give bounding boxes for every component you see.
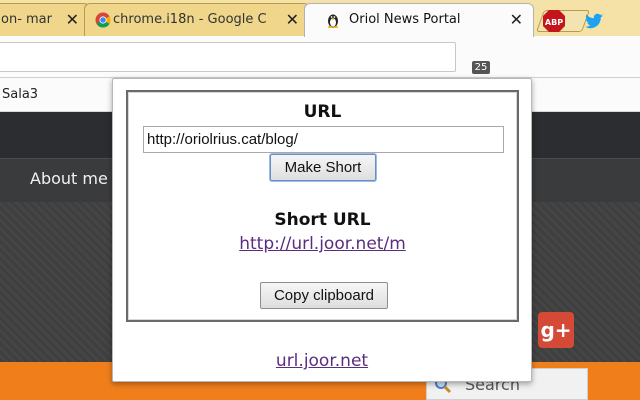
short-url-heading: Short URL xyxy=(274,210,371,230)
tab-3-active[interactable]: Oriol News Portal ✕ xyxy=(304,3,534,37)
service-link[interactable]: url.joor.net xyxy=(113,351,531,371)
extension-badge: 25 xyxy=(472,61,490,74)
short-url-link[interactable]: http://url.joor.net/m xyxy=(128,234,517,254)
url-input[interactable] xyxy=(143,126,504,153)
tab-title: on- mar xyxy=(1,12,52,27)
twitter-icon[interactable] xyxy=(580,7,608,35)
close-icon[interactable]: ✕ xyxy=(510,10,523,29)
toolbar xyxy=(0,36,640,78)
copy-clipboard-button[interactable]: Copy clipboard xyxy=(260,282,388,309)
close-icon[interactable]: ✕ xyxy=(286,10,299,29)
close-icon[interactable]: ✕ xyxy=(66,10,79,29)
address-bar[interactable] xyxy=(0,42,456,72)
adblock-plus-icon[interactable]: ABP xyxy=(540,7,568,35)
tab-1[interactable]: on- mar ✕ xyxy=(0,3,90,36)
chrome-icon xyxy=(95,12,111,28)
shortener-panel: URL Make Short Short URL http://url.joor… xyxy=(126,90,519,322)
abp-label: ABP xyxy=(545,18,563,27)
bookmark-item[interactable]: Sala3 xyxy=(2,87,38,102)
linux-penguin-icon xyxy=(328,14,338,28)
make-short-button[interactable]: Make Short xyxy=(270,154,376,181)
google-plus-icon[interactable]: g+ xyxy=(538,312,574,348)
tab-title: chrome.i18n - Google C xyxy=(113,12,267,27)
url-heading: URL xyxy=(303,102,342,122)
shortener-popup: URL Make Short Short URL http://url.joor… xyxy=(112,78,532,382)
nav-link-about[interactable]: About me xyxy=(30,169,108,188)
tab-2[interactable]: chrome.i18n - Google C ✕ xyxy=(84,3,310,36)
tab-title: Oriol News Portal xyxy=(349,12,461,27)
